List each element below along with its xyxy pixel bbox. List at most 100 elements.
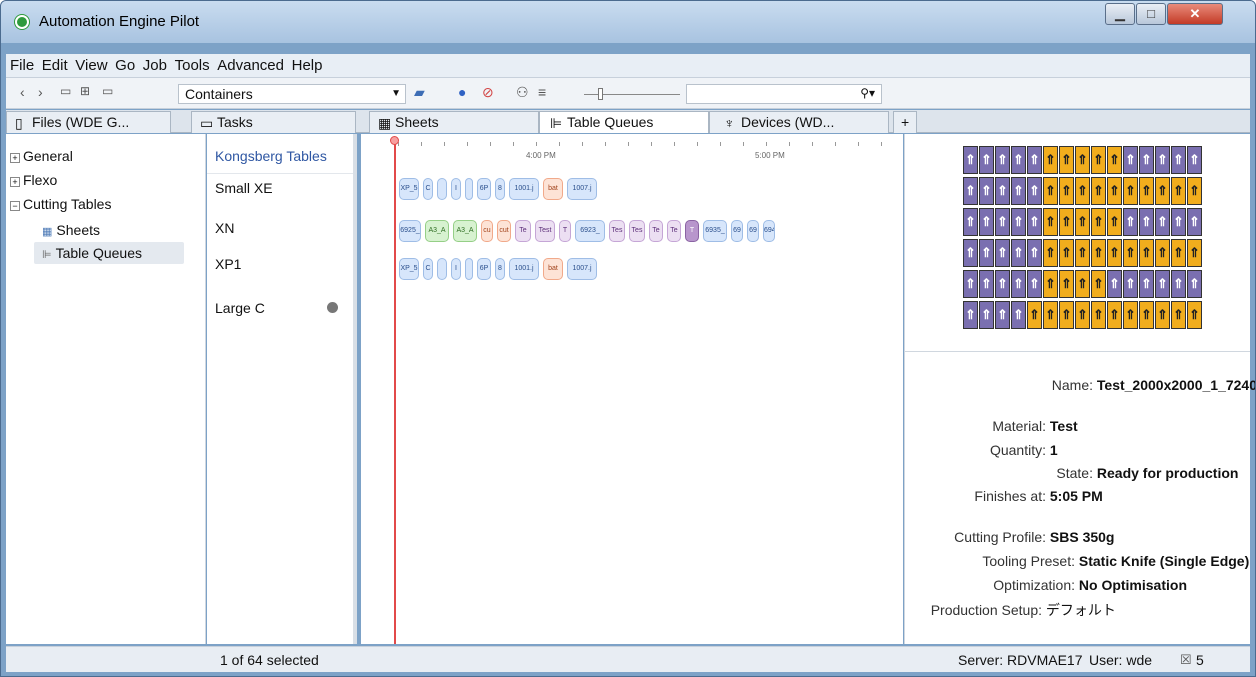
queue-job[interactable]: C (423, 178, 433, 200)
search-icon[interactable]: ⚲▾ (860, 86, 875, 100)
queue-job[interactable] (437, 178, 447, 200)
queue-job[interactable]: T (685, 220, 699, 242)
table-row-small-xe[interactable]: Small XE (207, 180, 353, 196)
close-button[interactable]: ✕ (1167, 3, 1223, 25)
queue-job[interactable]: C (423, 258, 433, 280)
collapse-icon[interactable]: − (10, 201, 20, 211)
menu-view[interactable]: View (71, 54, 107, 74)
tree-item-flexo[interactable]: + Flexo (10, 172, 57, 188)
zoom-slider-knob[interactable] (598, 88, 603, 100)
sheet-preview: ⇑ ⇑ ⇑ ⇑ ⇑ ⇑ ⇑ ⇑ ⇑ ⇑ ⇑ ⇑ ⇑ ⇑ ⇑ ⇑ ⇑ ⇑ ⇑ ⇑ ⇑ ⇑ ⇑ ⇑ ⇑ ⇑ ⇑ ⇑ ⇑ ⇑ ⇑ ⇑ ⇑ ⇑ ⇑ ⇑ ⇑ ⇑ ⇑ ⇑… (905, 134, 1250, 352)
queue-job[interactable] (465, 178, 473, 200)
minimize-button[interactable]: ▁ (1105, 3, 1135, 25)
sheet-part: ⇑ (1171, 239, 1186, 267)
maximize-button[interactable]: □ (1136, 3, 1166, 25)
monitor-icon[interactable]: ▭ (60, 84, 71, 98)
queue-job[interactable]: 6935_ (703, 220, 727, 242)
detail-finishes-label: Finishes at: (974, 488, 1046, 504)
tables-header[interactable]: Kongsberg Tables (207, 148, 353, 174)
queue-job[interactable]: 694 (763, 220, 775, 242)
search-input[interactable]: ⚲▾ (686, 84, 882, 104)
queue-job[interactable]: 6925_ (399, 220, 421, 242)
menu-help[interactable]: Help (288, 54, 323, 74)
detail-finishes-value: 5:05 PM (1049, 488, 1103, 504)
queue-job[interactable]: 8 (495, 178, 505, 200)
forward-icon[interactable]: › (38, 84, 43, 100)
queue-job[interactable]: I (451, 178, 461, 200)
queue-job[interactable]: cut (497, 220, 511, 242)
detail-optimization-label: Optimization: (993, 577, 1075, 593)
sheet-part: ⇑ (1059, 208, 1074, 236)
queue-job[interactable]: Tes (609, 220, 625, 242)
tab-tasks[interactable]: ▭ Tasks (191, 111, 356, 133)
grid-view-icon[interactable]: ⊞ (80, 84, 90, 98)
timeline-tick (467, 142, 468, 146)
queue-job[interactable]: 69 (731, 220, 743, 242)
queue-job[interactable]: 6P (477, 258, 491, 280)
queue-job[interactable]: XP_5 (399, 178, 419, 200)
queue-job[interactable]: cu (481, 220, 493, 242)
users-icon[interactable]: ⚇ (516, 84, 529, 101)
queue-job[interactable]: XP_5 (399, 258, 419, 280)
tree-item-general[interactable]: + General (10, 148, 73, 164)
menu-edit[interactable]: Edit (38, 54, 68, 74)
queue-job[interactable]: 1007.j (567, 178, 597, 200)
queue-job[interactable]: bat (543, 258, 563, 280)
notifications-icon[interactable]: ☒ (1180, 652, 1192, 668)
tree-item-cutting-tables[interactable]: − Cutting Tables (10, 196, 111, 212)
queue-job[interactable]: 6923_ (575, 220, 605, 242)
queue-job[interactable]: T (559, 220, 571, 242)
new-container-icon[interactable]: ▰ (414, 84, 425, 101)
info-icon[interactable]: ● (458, 84, 466, 100)
menu-file[interactable]: File (6, 54, 34, 74)
timeline-tick (582, 142, 583, 146)
tree-item-general-label: General (23, 148, 73, 164)
expand-icon[interactable]: + (10, 177, 20, 187)
queue-job[interactable]: bat (543, 178, 563, 200)
list-icon[interactable]: ≡ (538, 84, 546, 100)
queue-job[interactable]: A3_A (453, 220, 477, 242)
sheet-part: ⇑ (1011, 239, 1026, 267)
queue-job[interactable]: 1001.j (509, 178, 539, 200)
sheet-part: ⇑ (1155, 177, 1170, 205)
menu-advanced[interactable]: Advanced (213, 54, 284, 74)
panel-icon[interactable]: ▭ (102, 84, 113, 98)
queue-job[interactable]: 69 (747, 220, 759, 242)
tab-files[interactable]: ▯ Files (WDE G... (6, 111, 171, 133)
queue-job[interactable]: 1007.j (567, 258, 597, 280)
tree-item-table-queues[interactable]: ⊫ Table Queues (34, 242, 184, 264)
expand-icon[interactable]: + (10, 153, 20, 163)
stop-icon[interactable]: ⊘ (482, 84, 494, 101)
tab-table-queues[interactable]: ⊫ Table Queues (539, 111, 709, 133)
queue-job[interactable]: Tes (629, 220, 645, 242)
queue-job[interactable]: Test (535, 220, 555, 242)
queue-job[interactable]: Te (649, 220, 663, 242)
sheet-part: ⇑ (1187, 208, 1202, 236)
table-row-large-c[interactable]: Large C (207, 300, 353, 316)
queue-job[interactable]: I (451, 258, 461, 280)
container-select[interactable]: Containers ▼ (178, 84, 406, 104)
menu-tools[interactable]: Tools (171, 54, 210, 74)
tab-sheets[interactable]: ▦ Sheets (369, 111, 539, 133)
tree-item-sheets[interactable]: ▦ Sheets (42, 222, 100, 238)
queue-job[interactable] (465, 258, 473, 280)
timeline-tick (421, 142, 422, 146)
queue-job[interactable]: A3_A (425, 220, 449, 242)
zoom-slider[interactable] (584, 88, 680, 100)
add-tab-button[interactable]: + (893, 111, 917, 133)
queue-job[interactable]: Te (515, 220, 531, 242)
sheet-part: ⇑ (1027, 239, 1042, 267)
queue-job[interactable] (437, 258, 447, 280)
queue-job[interactable]: 6P (477, 178, 491, 200)
sheet-part: ⇑ (1171, 301, 1186, 329)
queue-job[interactable]: Te (667, 220, 681, 242)
queue-job[interactable]: 1001.j (509, 258, 539, 280)
sheet-part: ⇑ (1027, 208, 1042, 236)
table-row-xp1[interactable]: XP1 (207, 256, 353, 272)
menu-go[interactable]: Go (111, 54, 135, 74)
queue-job[interactable]: 8 (495, 258, 505, 280)
table-row-xn[interactable]: XN (207, 220, 353, 236)
back-icon[interactable]: ‹ (20, 84, 25, 100)
menu-job[interactable]: Job (139, 54, 167, 74)
tab-devices[interactable]: ♆ Devices (WD... (709, 111, 889, 133)
